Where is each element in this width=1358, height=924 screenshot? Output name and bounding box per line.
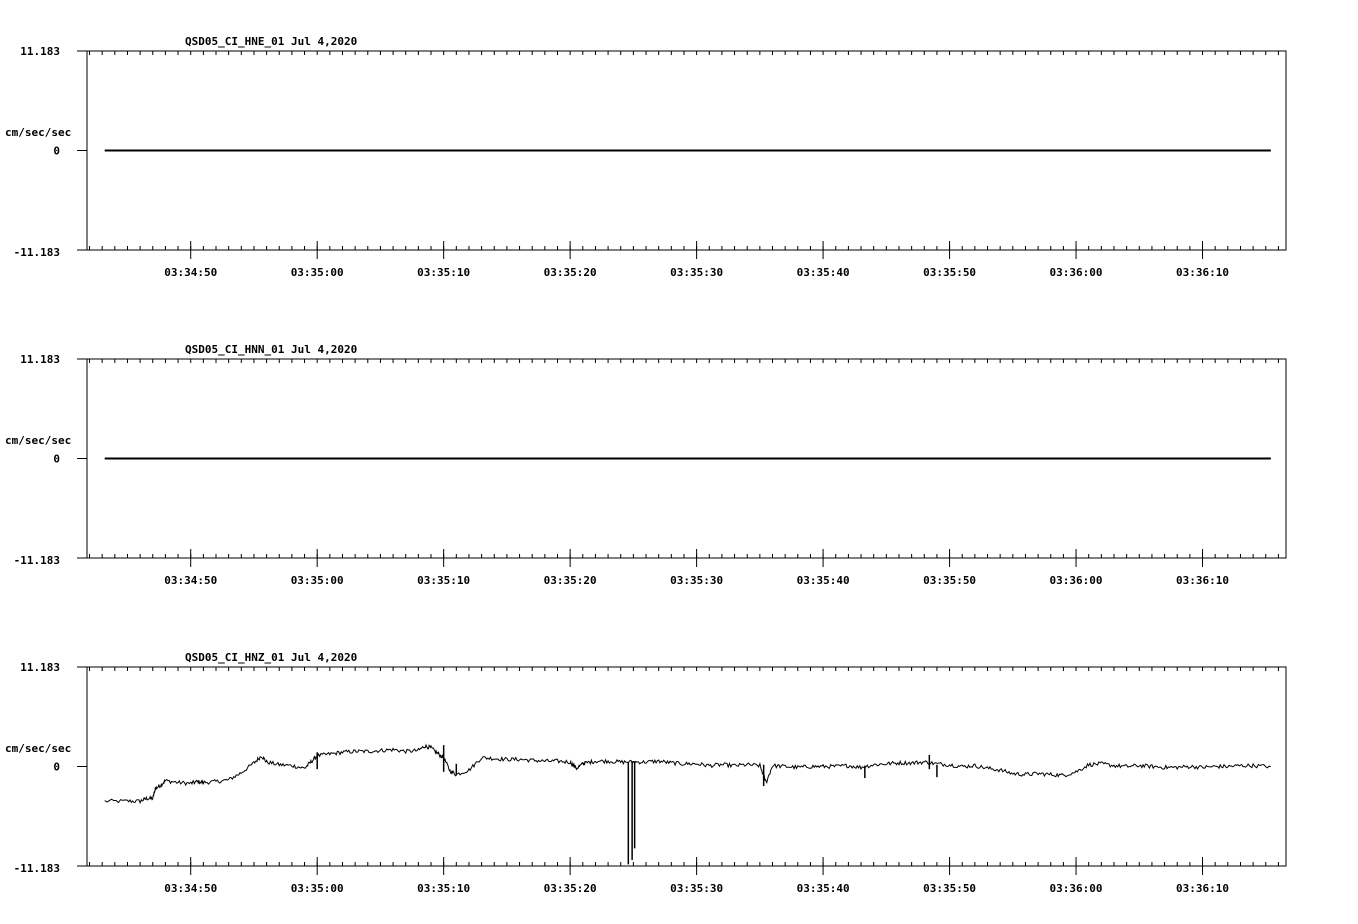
trace-line [104,743,1271,805]
xtick-label: 03:35:20 [544,266,597,279]
xtick-label: 03:36:10 [1176,882,1229,895]
xtick-label: 03:35:40 [797,574,850,587]
panel-title: QSD05_CI_HNN_01 Jul 4,2020 [185,343,357,356]
ytick-label-bottom: -11.183 [14,246,60,259]
ytick-label-zero: 0 [53,761,60,774]
xtick-label: 03:35:40 [797,266,850,279]
ytick-label-top: 11.183 [20,45,60,58]
xtick-label: 03:34:50 [164,882,217,895]
xtick-label: 03:34:50 [164,574,217,587]
xtick-label: 03:35:50 [923,882,976,895]
ytick-label-top: 11.183 [20,353,60,366]
ytick-label-zero: 0 [53,145,60,158]
xtick-label: 03:36:00 [1050,574,1103,587]
xtick-label: 03:35:10 [417,574,470,587]
xtick-label: 03:35:30 [670,574,723,587]
seismogram-figure: QSD05_CI_HNE_01 Jul 4,2020 11.183 0 -11.183… [5,35,1287,895]
xtick-label: 03:35:40 [797,882,850,895]
ytick-label-zero: 0 [53,453,60,466]
xtick-label: 03:35:20 [544,882,597,895]
panel-title: QSD05_CI_HNZ_01 Jul 4,2020 [185,651,357,664]
xtick-label: 03:35:00 [291,266,344,279]
xtick-label: 03:35:00 [291,882,344,895]
xtick-label: 03:36:10 [1176,266,1229,279]
xtick-label: 03:35:10 [417,882,470,895]
xtick-label: 03:36:00 [1050,882,1103,895]
xtick-label: 03:35:00 [291,574,344,587]
xtick-label: 03:35:30 [670,882,723,895]
ytick-label-top: 11.183 [20,661,60,674]
xtick-label: 03:34:50 [164,266,217,279]
panel-title: QSD05_CI_HNE_01 Jul 4,2020 [185,35,357,48]
xtick-label: 03:35:20 [544,574,597,587]
ytick-label-bottom: -11.183 [14,862,60,875]
xtick-label: 03:35:50 [923,574,976,587]
xtick-label: 03:35:10 [417,266,470,279]
xtick-label: 03:36:10 [1176,574,1229,587]
y-axis-label: cm/sec/sec [5,742,71,755]
xtick-label: 03:36:00 [1050,266,1103,279]
panel-frame [86,666,1287,867]
y-axis-label: cm/sec/sec [5,126,71,139]
ytick-label-bottom: -11.183 [14,554,60,567]
y-axis-label: cm/sec/sec [5,434,71,447]
xtick-label: 03:35:50 [923,266,976,279]
xtick-label: 03:35:30 [670,266,723,279]
